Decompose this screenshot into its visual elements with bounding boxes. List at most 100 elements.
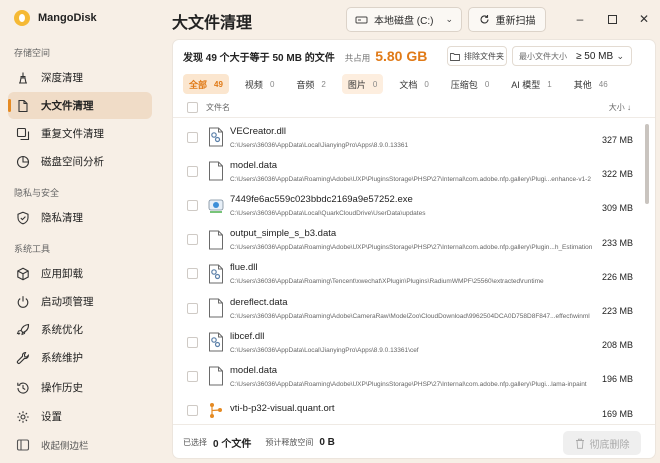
tab-category[interactable]: 全部 49 xyxy=(183,74,229,94)
sidebar-item-broom[interactable]: 深度清理 xyxy=(8,64,152,91)
row-checkbox[interactable] xyxy=(187,131,198,143)
sidebar-item-pie-chart[interactable]: 磁盘空间分析 xyxy=(8,148,152,175)
sidebar-item-box[interactable]: 应用卸载 xyxy=(8,260,152,287)
disk-select[interactable]: 本地磁盘 (C:) ⌄ xyxy=(346,7,462,32)
file-row[interactable]: VECreator.dll C:\Users\36036\AppData\Loca… xyxy=(173,120,655,154)
tab-category[interactable]: 其他 46 xyxy=(568,74,614,94)
scrollbar-thumb[interactable] xyxy=(645,124,649,204)
row-checkbox[interactable] xyxy=(187,268,198,280)
delete-button[interactable]: 彻底删除 xyxy=(563,431,641,455)
row-checkbox[interactable] xyxy=(187,405,198,417)
brand: MangoDisk xyxy=(8,0,152,36)
file-size: 233 MB xyxy=(601,237,633,248)
dll-file-icon xyxy=(208,264,224,284)
tab-category[interactable]: AI 模型 1 xyxy=(505,74,557,94)
sidebar-item-rocket[interactable]: 系统优化 xyxy=(8,316,152,343)
sidebar-section-title: 系统工具 xyxy=(14,244,51,254)
file-row[interactable]: model.data C:\Users\36036\AppData\Roaming… xyxy=(173,154,655,188)
refresh-icon xyxy=(479,14,490,25)
tab-label: 视频 xyxy=(244,79,263,90)
exclude-folder-button[interactable]: 排除文件夹 xyxy=(447,46,507,66)
tab-count: 0 xyxy=(484,79,490,89)
tab-category[interactable]: 压缩包 0 xyxy=(445,74,495,94)
main-content: 大文件清理 本地磁盘 (C:) ⌄ 重新扫描 – ✕ 发现 49 个大于等于 5… xyxy=(160,0,660,463)
file-name: 7449fe6ac559c023bbdc2169a9e57252.exe xyxy=(230,193,413,205)
sidebar-item-gear[interactable]: 设置 xyxy=(8,403,152,430)
scan-summary: 发现 49 个大于等于 50 MB 的文件 共占用 5.80 GB xyxy=(183,48,427,64)
row-checkbox[interactable] xyxy=(187,199,198,211)
list-header: 文件名 大小 ↓ xyxy=(173,98,655,118)
file-icon xyxy=(208,298,224,318)
column-header-size[interactable]: 大小 ↓ xyxy=(609,102,631,113)
history-icon xyxy=(16,381,30,395)
footer-bar: 已选择 0 个文件 预计释放空间 0 B 彻底删除 xyxy=(173,424,655,458)
file-size: 226 MB xyxy=(601,271,633,282)
file-icon xyxy=(208,366,224,386)
row-checkbox[interactable] xyxy=(187,302,198,314)
app-name: MangoDisk xyxy=(38,12,97,24)
sidebar-item-label: 重复文件清理 xyxy=(41,128,104,140)
maximize-button[interactable] xyxy=(596,6,628,32)
tab-category[interactable]: 视频 0 xyxy=(239,74,280,94)
select-all-checkbox[interactable] xyxy=(187,102,198,113)
sidebar-item-label: 设置 xyxy=(41,411,62,423)
file-name: libcef.dll xyxy=(230,330,265,342)
row-checkbox[interactable] xyxy=(187,336,198,348)
sidebar-section-title: 存储空间 xyxy=(14,48,51,58)
min-size-select[interactable]: 最小文件大小 ≥ 50 MB ⌄ xyxy=(512,46,632,66)
tab-category[interactable]: 文档 0 xyxy=(393,74,434,94)
file-row[interactable]: libcef.dll C:\Users\36036\AppData\Local\J… xyxy=(173,325,655,359)
file-row[interactable]: dereflect.data C:\Users\36036\AppData\Roa… xyxy=(173,291,655,325)
file-icon xyxy=(208,230,224,250)
file-row[interactable]: output_simple_s_b3.data C:\Users\36036\Ap… xyxy=(173,223,655,257)
sidebar-item-large-file[interactable]: 大文件清理 xyxy=(8,92,152,119)
sidebar-item-label: 隐私清理 xyxy=(41,212,83,224)
category-tabs: 全部 49 视频 0 音频 2 图片 0 文档 0 压缩包 0 AI 模型 1 其他 46 xyxy=(183,74,624,94)
file-path: C:\Users\36036\AppData\Local\QuarkCloudD… xyxy=(230,209,426,217)
file-size: 169 MB xyxy=(601,408,633,419)
file-info: VECreator.dll C:\Users\36036\AppData\Loca… xyxy=(230,126,602,149)
file-name: VECreator.dll xyxy=(230,125,286,137)
file-row[interactable]: flue.dll C:\Users\36036\AppData\Roaming\T… xyxy=(173,257,655,291)
sidebar-item-label: 启动项管理 xyxy=(41,296,94,308)
maximize-icon xyxy=(607,14,617,24)
file-info: model.data C:\Users\36036\AppData\Roaming… xyxy=(230,160,602,183)
file-row[interactable]: model.data C:\Users\36036\AppData\Roaming… xyxy=(173,359,655,393)
file-info: libcef.dll C:\Users\36036\AppData\Local\J… xyxy=(230,331,602,354)
sidebar-item-history[interactable]: 操作历史 xyxy=(8,374,152,401)
tab-count: 0 xyxy=(269,79,275,89)
file-info: 7449fe6ac559c023bbdc2169a9e57252.exe C:\U… xyxy=(230,194,602,217)
sidebar-item-label: 系统优化 xyxy=(41,324,83,336)
minimize-button[interactable]: – xyxy=(564,6,596,32)
tab-category[interactable]: 图片 0 xyxy=(341,74,384,94)
file-path: C:\Users\36036\AppData\Local\JianyingPro… xyxy=(230,141,409,149)
nav-sections: 存储空间 深度清理 大文件清理 重复文件清理 磁盘空间分析 隐私与安全 隐私清理 系统工具 应用… xyxy=(8,36,152,371)
sidebar-item-wrench[interactable]: 系统维护 xyxy=(8,344,152,371)
file-name: output_simple_s_b3.data xyxy=(230,228,337,240)
row-checkbox[interactable] xyxy=(187,370,198,382)
sidebar-item-label: 系统维护 xyxy=(41,352,83,364)
file-row[interactable]: vti-b-p32-visual.quant.ort 169 MB xyxy=(173,394,655,421)
exclude-folder-label: 排除文件夹 xyxy=(464,51,504,61)
collapse-icon xyxy=(16,438,30,452)
exe-file-icon xyxy=(208,195,224,215)
sidebar-item-duplicate[interactable]: 重复文件清理 xyxy=(8,120,152,147)
min-size-value: ≥ 50 MB xyxy=(576,50,614,62)
sidebar-item-label: 磁盘空间分析 xyxy=(41,156,104,168)
collapse-sidebar-button[interactable]: 收起侧边栏 xyxy=(8,431,152,458)
column-header-name[interactable]: 文件名 xyxy=(206,102,230,113)
rescan-button[interactable]: 重新扫描 xyxy=(468,7,546,32)
wrench-icon xyxy=(16,351,30,365)
row-checkbox[interactable] xyxy=(187,234,198,246)
tab-category[interactable]: 音频 2 xyxy=(290,74,331,94)
file-path: C:\Users\36036\AppData\Roaming\Tencent\x… xyxy=(230,278,544,286)
sidebar-item-shield[interactable]: 隐私清理 xyxy=(8,204,152,231)
file-row[interactable]: 7449fe6ac559c023bbdc2169a9e57252.exe C:\U… xyxy=(173,188,655,222)
tab-label: 图片 xyxy=(347,79,366,90)
file-size: 196 MB xyxy=(601,374,633,385)
row-checkbox[interactable] xyxy=(187,165,198,177)
free-space-value: 0 B xyxy=(319,437,335,448)
sidebar-item-power[interactable]: 启动项管理 xyxy=(8,288,152,315)
shield-icon xyxy=(16,211,30,225)
close-button[interactable]: ✕ xyxy=(628,6,660,32)
